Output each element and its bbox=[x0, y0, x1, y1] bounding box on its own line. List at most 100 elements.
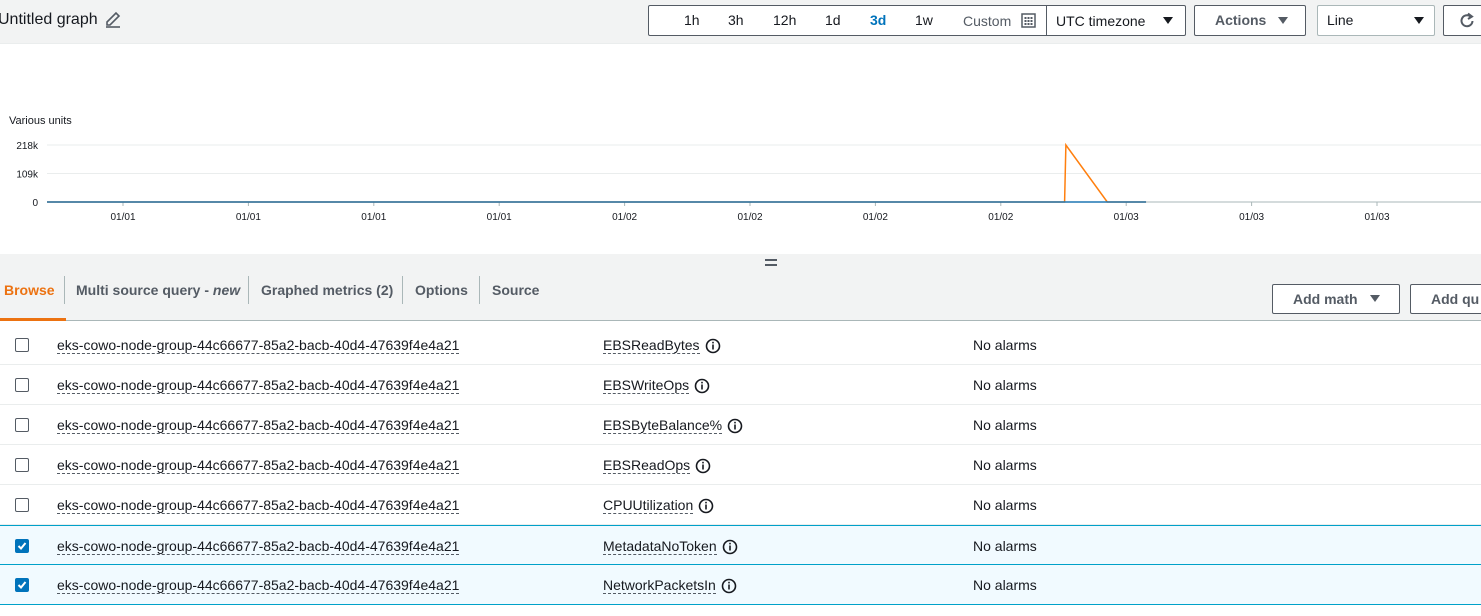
tab-browse[interactable]: Browse bbox=[0, 274, 66, 321]
range-custom[interactable]: Custom bbox=[963, 13, 1011, 29]
table-row[interactable]: eks-cowo-node-group-44c66677-85a2-bacb-4… bbox=[0, 365, 1481, 405]
x-tick-label: 01/02 bbox=[612, 212, 637, 223]
metric-name-cell: NetworkPacketsIn bbox=[603, 577, 737, 594]
x-tick-label: 01/01 bbox=[361, 212, 386, 223]
alarm-status: No alarms bbox=[973, 377, 1037, 393]
range-1w[interactable]: 1w bbox=[915, 12, 933, 28]
metric-name-link[interactable]: EBSByteBalance% bbox=[603, 417, 723, 434]
range-12h[interactable]: 12h bbox=[773, 12, 796, 28]
instance-name-link[interactable]: eks-cowo-node-group-44c66677-85a2-bacb-4… bbox=[57, 538, 460, 555]
chart-type-select[interactable]: Line bbox=[1317, 5, 1435, 36]
x-tick-label: 01/02 bbox=[863, 212, 888, 223]
add-math-button[interactable]: Add math bbox=[1272, 284, 1400, 314]
check-icon bbox=[17, 581, 27, 589]
alarm-status: No alarms bbox=[973, 497, 1037, 513]
tab-multi-source-query[interactable]: Multi source query - new bbox=[66, 274, 248, 321]
y-tick-label: 0 bbox=[32, 198, 38, 209]
tab-multi-source-label: Multi source query - bbox=[76, 282, 213, 298]
timezone-select[interactable]: UTC timezone bbox=[1047, 5, 1186, 36]
x-tick-label: 01/02 bbox=[737, 212, 762, 223]
info-icon[interactable] bbox=[722, 539, 738, 555]
caret-down-icon bbox=[1414, 17, 1424, 24]
actions-button[interactable]: Actions bbox=[1194, 5, 1306, 36]
tab-graphed-metrics[interactable]: Graphed metrics (2) bbox=[248, 274, 403, 321]
metric-name-link[interactable]: NetworkPacketsIn bbox=[603, 577, 716, 594]
y-axis-ticks: 218k 109k 0 bbox=[16, 141, 39, 209]
tab-source-label: Source bbox=[492, 282, 540, 298]
info-icon[interactable] bbox=[727, 418, 743, 434]
tab-graphed-metrics-label: Graphed metrics (2) bbox=[261, 282, 394, 298]
metrics-table: eks-cowo-node-group-44c66677-85a2-bacb-4… bbox=[0, 325, 1481, 605]
info-icon[interactable] bbox=[705, 338, 721, 354]
tab-source[interactable]: Source bbox=[480, 274, 550, 321]
row-checkbox[interactable] bbox=[15, 418, 29, 432]
metric-name-link[interactable]: CPUUtilization bbox=[603, 497, 694, 514]
instance-name-link[interactable]: eks-cowo-node-group-44c66677-85a2-bacb-4… bbox=[57, 337, 460, 354]
range-1d[interactable]: 1d bbox=[825, 12, 841, 28]
x-tick-label: 01/01 bbox=[487, 212, 512, 223]
check-icon bbox=[17, 542, 27, 550]
range-3d[interactable]: 3d bbox=[870, 12, 886, 28]
alarm-status: No alarms bbox=[973, 538, 1037, 554]
row-checkbox[interactable] bbox=[15, 338, 29, 352]
metric-name-link[interactable]: EBSReadBytes bbox=[603, 337, 700, 354]
y-tick-label: 109k bbox=[16, 170, 39, 181]
info-icon[interactable] bbox=[698, 498, 714, 514]
tab-options[interactable]: Options bbox=[403, 274, 479, 321]
row-checkbox[interactable] bbox=[15, 578, 29, 592]
add-query-button[interactable]: Add qu bbox=[1410, 284, 1481, 314]
chart-type-value: Line bbox=[1327, 12, 1354, 28]
info-icon[interactable] bbox=[694, 378, 710, 394]
tab-divider bbox=[64, 276, 65, 304]
row-checkbox[interactable] bbox=[15, 378, 29, 392]
metric-name-cell: MetadataNoToken bbox=[603, 538, 738, 555]
refresh-button[interactable] bbox=[1443, 5, 1481, 36]
table-row[interactable]: eks-cowo-node-group-44c66677-85a2-bacb-4… bbox=[0, 445, 1481, 485]
metric-name-cell: EBSReadOps bbox=[603, 457, 711, 474]
instance-name-link[interactable]: eks-cowo-node-group-44c66677-85a2-bacb-4… bbox=[57, 577, 460, 594]
graph-header: Untitled graph 1h 3h 12h 1d 3d 1w Custom… bbox=[0, 0, 1481, 44]
metric-name-cell: EBSByteBalance% bbox=[603, 417, 743, 434]
info-icon[interactable] bbox=[721, 578, 737, 594]
table-row[interactable]: eks-cowo-node-group-44c66677-85a2-bacb-4… bbox=[0, 405, 1481, 445]
table-row[interactable]: eks-cowo-node-group-44c66677-85a2-bacb-4… bbox=[0, 325, 1481, 365]
alarm-status: No alarms bbox=[973, 417, 1037, 433]
metrics-tabs: Browse Multi source query - new Graphed … bbox=[0, 274, 1481, 321]
caret-down-icon bbox=[1163, 17, 1173, 24]
tab-browse-label: Browse bbox=[4, 282, 55, 298]
x-tick-label: 01/01 bbox=[110, 212, 135, 223]
row-checkbox[interactable] bbox=[15, 498, 29, 512]
refresh-icon bbox=[1460, 12, 1474, 28]
range-1h[interactable]: 1h bbox=[684, 12, 700, 28]
instance-name-link[interactable]: eks-cowo-node-group-44c66677-85a2-bacb-4… bbox=[57, 497, 460, 514]
table-row[interactable]: eks-cowo-node-group-44c66677-85a2-bacb-4… bbox=[0, 565, 1481, 605]
calendar-icon[interactable] bbox=[1021, 13, 1036, 28]
pencil-icon[interactable] bbox=[104, 11, 122, 29]
instance-name-link[interactable]: eks-cowo-node-group-44c66677-85a2-bacb-4… bbox=[57, 377, 460, 394]
metric-name-cell: EBSReadBytes bbox=[603, 337, 721, 354]
x-tick-label: 01/02 bbox=[988, 212, 1013, 223]
metric-name-link[interactable]: EBSReadOps bbox=[603, 457, 691, 474]
range-3h[interactable]: 3h bbox=[728, 12, 744, 28]
y-tick-label: 218k bbox=[16, 141, 39, 152]
new-badge: new bbox=[212, 282, 241, 298]
alarm-status: No alarms bbox=[973, 337, 1037, 353]
x-tick-label: 01/03 bbox=[1364, 212, 1389, 223]
table-row[interactable]: eks-cowo-node-group-44c66677-85a2-bacb-4… bbox=[0, 485, 1481, 525]
time-range-selector: 1h 3h 12h 1d 3d 1w Custom bbox=[648, 5, 1047, 36]
instance-name-link[interactable]: eks-cowo-node-group-44c66677-85a2-bacb-4… bbox=[57, 417, 460, 434]
table-row[interactable]: eks-cowo-node-group-44c66677-85a2-bacb-4… bbox=[0, 525, 1481, 565]
panel-resize-handle[interactable] bbox=[0, 254, 1481, 274]
metrics-line-chart: Various units 218k109k0 01/01 01/01 01/01 0… bbox=[9, 115, 1481, 223]
add-math-label: Add math bbox=[1293, 291, 1358, 307]
x-axis-ticks: 01/01 01/01 01/01 01/01 01/02 01/02 01/02 01/02… bbox=[110, 202, 1390, 223]
row-checkbox[interactable] bbox=[15, 539, 29, 553]
row-checkbox[interactable] bbox=[15, 458, 29, 472]
graph-title[interactable]: Untitled graph bbox=[0, 11, 98, 29]
caret-down-icon bbox=[1278, 17, 1288, 24]
metric-name-link[interactable]: EBSWriteOps bbox=[603, 377, 690, 394]
instance-name-link[interactable]: eks-cowo-node-group-44c66677-85a2-bacb-4… bbox=[57, 457, 460, 474]
x-tick-label: 01/03 bbox=[1239, 212, 1264, 223]
metric-name-link[interactable]: MetadataNoToken bbox=[603, 538, 717, 555]
info-icon[interactable] bbox=[695, 458, 711, 474]
